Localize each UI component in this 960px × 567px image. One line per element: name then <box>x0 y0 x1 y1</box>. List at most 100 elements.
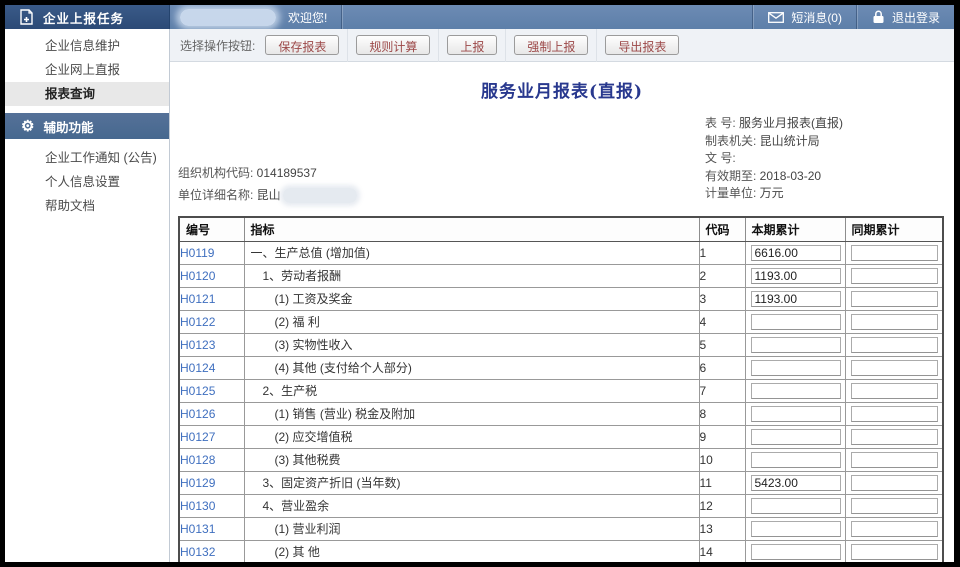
toolbar-button[interactable]: 强制上报 <box>514 35 588 55</box>
table-header-cell: 代码 <box>699 217 745 241</box>
table-header-row: 编号指标代码本期累计同期累计 <box>179 217 943 241</box>
row-indicator: (3) 实物性收入 <box>244 333 699 356</box>
current-period-input[interactable] <box>751 245 841 261</box>
toolbar-separator <box>347 29 348 62</box>
current-period-input[interactable] <box>751 291 841 307</box>
prior-period-input[interactable] <box>851 452 939 468</box>
current-period-input[interactable] <box>751 406 841 422</box>
table-row: H01252、生产税7 <box>179 379 943 402</box>
toolbar: 选择操作按钮: 保存报表规则计算上报强制上报导出报表 <box>170 29 954 62</box>
row-code: 6 <box>699 356 745 379</box>
current-period-input[interactable] <box>751 268 841 284</box>
current-period-cell <box>745 402 845 425</box>
current-period-input[interactable] <box>751 544 841 560</box>
row-id-link[interactable]: H0125 <box>180 384 215 398</box>
logout-button[interactable]: 退出登录 <box>858 5 954 29</box>
row-indicator: 4、营业盈余 <box>244 494 699 517</box>
prior-period-input[interactable] <box>851 314 939 330</box>
row-id-link[interactable]: H0129 <box>180 476 215 490</box>
prior-period-input[interactable] <box>851 245 939 261</box>
logout-label: 退出登录 <box>892 9 940 26</box>
current-period-input[interactable] <box>751 498 841 514</box>
row-id-link[interactable]: H0120 <box>180 269 215 283</box>
prior-period-cell <box>845 494 943 517</box>
sidebar-section-aux-title: 辅助功能 <box>43 117 93 136</box>
app-title: 企业上报任务 <box>43 8 124 27</box>
toolbar-button[interactable]: 保存报表 <box>265 35 339 55</box>
toolbar-label: 选择操作按钮: <box>180 37 255 54</box>
toolbar-button[interactable]: 规则计算 <box>356 35 430 55</box>
prior-period-input[interactable] <box>851 498 939 514</box>
row-id-cell: H0128 <box>179 448 244 471</box>
row-id-cell: H0123 <box>179 333 244 356</box>
row-indicator: (1) 销售 (营业) 税金及附加 <box>244 402 699 425</box>
current-period-input[interactable] <box>751 452 841 468</box>
table-header-cell: 指标 <box>244 217 699 241</box>
current-period-input[interactable] <box>751 429 841 445</box>
meta-label: 组织机构代码: <box>178 166 257 180</box>
row-id-cell: H0120 <box>179 264 244 287</box>
current-period-input[interactable] <box>751 521 841 537</box>
current-period-cell <box>745 333 845 356</box>
meta-line: 文 号: <box>705 150 843 168</box>
current-period-input[interactable] <box>751 314 841 330</box>
current-period-cell <box>745 425 845 448</box>
prior-period-input[interactable] <box>851 268 939 284</box>
row-id-link[interactable]: H0124 <box>180 361 215 375</box>
prior-period-input[interactable] <box>851 337 939 353</box>
row-id-cell: H0129 <box>179 471 244 494</box>
sidebar-item[interactable]: 企业网上直报 <box>5 58 169 82</box>
prior-period-input[interactable] <box>851 429 939 445</box>
row-code: 7 <box>699 379 745 402</box>
prior-period-input[interactable] <box>851 291 939 307</box>
current-period-input[interactable] <box>751 475 841 491</box>
current-period-input[interactable] <box>751 360 841 376</box>
row-code: 2 <box>699 264 745 287</box>
meta-label: 制表机关: <box>705 134 760 148</box>
gear-icon: ⚙ <box>21 119 34 134</box>
table-row: H0126(1) 销售 (营业) 税金及附加8 <box>179 402 943 425</box>
prior-period-input[interactable] <box>851 360 939 376</box>
current-period-input[interactable] <box>751 383 841 399</box>
table-row: H0123(3) 实物性收入5 <box>179 333 943 356</box>
prior-period-input[interactable] <box>851 406 939 422</box>
prior-period-cell <box>845 471 943 494</box>
toolbar-button[interactable]: 导出报表 <box>605 35 679 55</box>
row-id-link[interactable]: H0119 <box>180 246 214 260</box>
current-period-input[interactable] <box>751 337 841 353</box>
sidebar-item[interactable]: 帮助文档 <box>5 194 169 218</box>
topbar-divider <box>341 5 343 29</box>
toolbar-button[interactable]: 上报 <box>447 35 497 55</box>
row-id-link[interactable]: H0127 <box>180 430 215 444</box>
sidebar-section-aux-header[interactable]: ⚙ 辅助功能 <box>5 113 169 139</box>
sidebar-item[interactable]: 企业信息维护 <box>5 34 169 58</box>
row-id-link[interactable]: H0130 <box>180 499 215 513</box>
row-id-link[interactable]: H0126 <box>180 407 215 421</box>
sidebar-item[interactable]: 个人信息设置 <box>5 170 169 194</box>
row-indicator: (4) 其他 (支付给个人部分) <box>244 356 699 379</box>
prior-period-input[interactable] <box>851 383 939 399</box>
row-id-link[interactable]: H0128 <box>180 453 215 467</box>
prior-period-input[interactable] <box>851 544 939 560</box>
sidebar-item[interactable]: 报表查询 <box>5 82 169 106</box>
topbar-main: 欢迎您! 短消息(0) 退出登录 <box>170 5 954 29</box>
meta-label: 表 号: <box>705 116 739 130</box>
prior-period-cell <box>845 379 943 402</box>
row-id-link[interactable]: H0131 <box>180 522 215 536</box>
report-title: 服务业月报表(直报) <box>170 77 954 102</box>
row-id-link[interactable]: H0121 <box>180 292 215 306</box>
prior-period-cell <box>845 517 943 540</box>
sidebar-item[interactable]: 企业工作通知 (公告) <box>5 146 169 170</box>
row-id-link[interactable]: H0132 <box>180 545 215 559</box>
row-id-link[interactable]: H0122 <box>180 315 215 329</box>
row-id-link[interactable]: H0123 <box>180 338 215 352</box>
current-period-cell <box>745 379 845 402</box>
prior-period-input[interactable] <box>851 475 939 491</box>
prior-period-input[interactable] <box>851 521 939 537</box>
row-code: 13 <box>699 517 745 540</box>
sidebar-section-report-header[interactable]: 企业上报任务 <box>5 5 170 29</box>
row-indicator: 1、劳动者报酬 <box>244 264 699 287</box>
row-id-cell: H0126 <box>179 402 244 425</box>
messages-button[interactable]: 短消息(0) <box>754 5 856 29</box>
meta-line: 计量单位: 万元 <box>705 185 843 203</box>
